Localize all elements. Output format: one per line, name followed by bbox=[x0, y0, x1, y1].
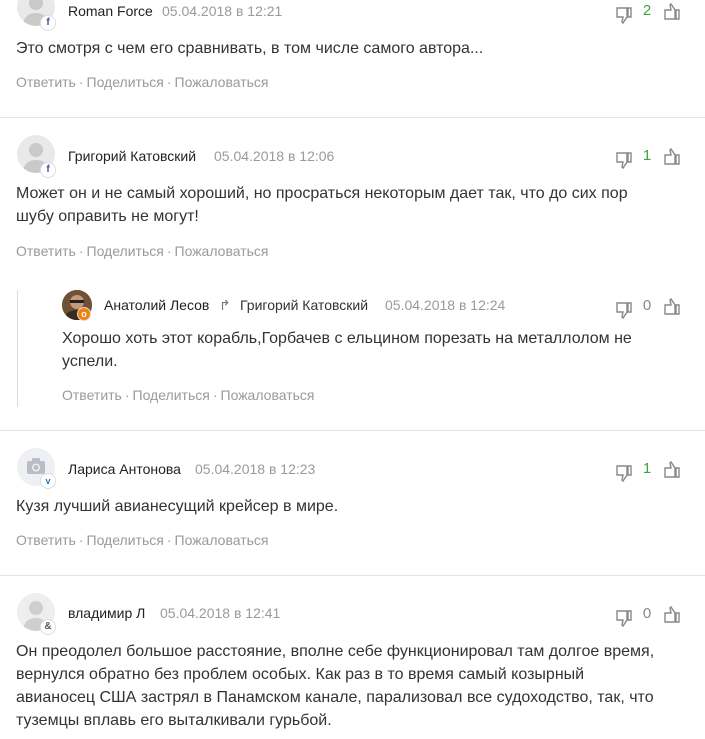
separator-dot: · bbox=[78, 74, 84, 90]
comment-date[interactable]: 05.04.2018 в 12:06 bbox=[214, 148, 334, 164]
comment: f Григорий Катовский 05.04.2018 в 12:06 … bbox=[0, 118, 705, 430]
comment-text: Может он и не самый хороший, но просрать… bbox=[16, 182, 696, 228]
comment-text-line: Кузя лучший авианесущий крейсер в мире. bbox=[16, 498, 339, 515]
comment-score: 0 bbox=[642, 297, 652, 314]
share-link[interactable]: Поделиться bbox=[87, 532, 164, 548]
ampersand-icon: & bbox=[41, 620, 55, 634]
facebook-icon: f bbox=[41, 16, 55, 30]
reply-link[interactable]: Ответить bbox=[16, 243, 76, 259]
reply-link[interactable]: Ответить bbox=[16, 532, 76, 548]
thumbs-up-icon[interactable] bbox=[662, 460, 682, 480]
vk-icon: v bbox=[41, 474, 55, 488]
comment-text-line: туземцы вплавь его выталкивали гурьбой. bbox=[16, 712, 332, 729]
share-link[interactable]: Поделиться bbox=[133, 387, 210, 403]
report-link[interactable]: Пожаловаться bbox=[175, 74, 269, 90]
comment-score: 0 bbox=[642, 605, 652, 622]
reply-arrow-icon: ↱ bbox=[219, 297, 231, 313]
comment-actions: Ответить · Поделиться · Пожаловаться bbox=[16, 532, 269, 548]
separator-dot: · bbox=[166, 532, 172, 548]
report-link[interactable]: Пожаловаться bbox=[175, 532, 269, 548]
share-link[interactable]: Поделиться bbox=[87, 243, 164, 259]
comment-date[interactable]: 05.04.2018 в 12:41 bbox=[160, 605, 280, 621]
thumbs-up-icon[interactable] bbox=[662, 605, 682, 625]
comment-author[interactable]: Лариса Антонова bbox=[68, 461, 181, 477]
facebook-icon: f bbox=[41, 163, 55, 177]
thumbs-down-icon[interactable] bbox=[614, 5, 634, 25]
comment-author[interactable]: Анатолий Лесов bbox=[104, 297, 209, 313]
comment-text-line: Это смотря с чем его сравнивать, в том ч… bbox=[16, 40, 484, 57]
comment: v Лариса Антонова 05.04.2018 в 12:23 1 К… bbox=[0, 431, 705, 575]
reply-link[interactable]: Ответить bbox=[16, 74, 76, 90]
thread-line bbox=[17, 290, 18, 407]
separator-dot: · bbox=[166, 243, 172, 259]
thumbs-down-icon[interactable] bbox=[614, 300, 634, 320]
separator-dot: · bbox=[78, 532, 84, 548]
thumbs-down-icon[interactable] bbox=[614, 463, 634, 483]
comment-actions: Ответить · Поделиться · Пожаловаться bbox=[16, 243, 269, 259]
comment-date[interactable]: 05.04.2018 в 12:24 bbox=[385, 297, 505, 313]
comment-actions: Ответить · Поделиться · Пожаловаться bbox=[62, 387, 315, 403]
thumbs-down-icon[interactable] bbox=[614, 150, 634, 170]
separator-dot: · bbox=[124, 387, 130, 403]
comment-text-line: Он преодолел большое расстояние, вполне … bbox=[16, 643, 655, 660]
reply-link[interactable]: Ответить bbox=[62, 387, 122, 403]
comment-text-line: вернулся обратно без проблем особых. Как… bbox=[16, 666, 585, 683]
comment-score: 2 bbox=[642, 2, 652, 19]
comment-text: Он преодолел большое расстояние, вполне … bbox=[16, 640, 701, 732]
separator-dot: · bbox=[166, 74, 172, 90]
thumbs-up-icon[interactable] bbox=[662, 2, 682, 22]
comment-actions: Ответить · Поделиться · Пожаловаться bbox=[16, 74, 269, 90]
comment-date[interactable]: 05.04.2018 в 12:21 bbox=[162, 3, 282, 19]
comment-date[interactable]: 05.04.2018 в 12:23 bbox=[195, 461, 315, 477]
comment-text-line: шубу оправить не могут! bbox=[16, 208, 199, 225]
comment-text: Это смотря с чем его сравнивать, в том ч… bbox=[16, 37, 483, 60]
separator-dot: · bbox=[78, 243, 84, 259]
comment-text-line: успели. bbox=[62, 353, 118, 370]
thumbs-up-icon[interactable] bbox=[662, 297, 682, 317]
comment-text: Хорошо хоть этот корабль,Горбачев с ельц… bbox=[62, 327, 692, 373]
thumbs-down-icon[interactable] bbox=[614, 608, 634, 628]
comment: & владимир Л 05.04.2018 в 12:41 0 Он пре… bbox=[0, 576, 705, 739]
report-link[interactable]: Пожаловаться bbox=[221, 387, 315, 403]
comment-author[interactable]: владимир Л bbox=[68, 605, 145, 621]
comment-author[interactable]: Григорий Катовский bbox=[68, 148, 196, 164]
comment-author[interactable]: Roman Force bbox=[68, 3, 153, 19]
reply-to-author[interactable]: Григорий Катовский bbox=[240, 297, 368, 313]
comment-text-line: авианосец США застрял в Панамском канале… bbox=[16, 689, 654, 706]
comment: f Roman Force 05.04.2018 в 12:21 2 Это с… bbox=[0, 0, 705, 117]
share-link[interactable]: Поделиться bbox=[87, 74, 164, 90]
separator-dot: · bbox=[212, 387, 218, 403]
comment-score: 1 bbox=[642, 147, 652, 164]
odnoklassniki-icon: o bbox=[78, 308, 90, 320]
thumbs-up-icon[interactable] bbox=[662, 147, 682, 167]
comment-text-line: Хорошо хоть этот корабль,Горбачев с ельц… bbox=[62, 330, 632, 347]
comment-score: 1 bbox=[642, 460, 652, 477]
report-link[interactable]: Пожаловаться bbox=[175, 243, 269, 259]
comment-text: Кузя лучший авианесущий крейсер в мире. bbox=[16, 495, 338, 518]
comment-text-line: Может он и не самый хороший, но просрать… bbox=[16, 185, 628, 202]
